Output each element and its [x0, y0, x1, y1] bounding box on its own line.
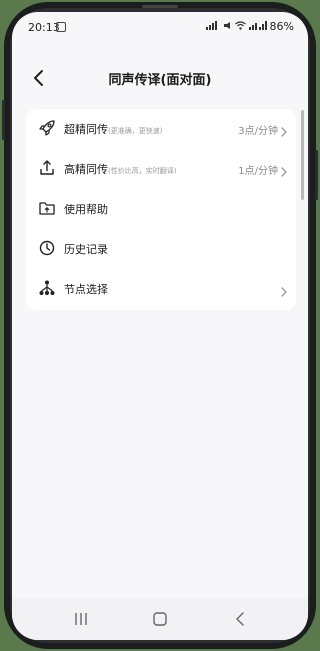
- menu-item-label: 高精同传: [64, 163, 108, 176]
- scrollbar[interactable]: [301, 110, 304, 200]
- chevron-right-icon: [280, 163, 288, 177]
- wifi-icon: [234, 21, 246, 32]
- menu-item-value: 3点/分钟: [238, 126, 278, 137]
- signal-strength-icon: [205, 21, 220, 32]
- menu-item-super-interpretation[interactable]: 超精同传(更准确，更快速) 3点/分钟: [26, 109, 296, 149]
- status-time: 20:13: [28, 21, 60, 34]
- menu-item-sub: (性价比高，实时翻译): [108, 167, 177, 175]
- recent-apps-icon[interactable]: [72, 610, 90, 628]
- clock-icon: [38, 239, 56, 257]
- back-nav-icon[interactable]: [232, 610, 250, 628]
- menu-item-sub: (更准确，更快速): [108, 127, 163, 135]
- menu-item-high-interpretation[interactable]: 高精同传(性价比高，实时翻译) 1点/分钟: [26, 149, 296, 189]
- power-button: [315, 150, 318, 200]
- menu-item-label: 节点选择: [64, 283, 108, 296]
- chevron-right-icon: [280, 283, 288, 297]
- volume-button: [2, 100, 5, 140]
- speaker-grille: [142, 5, 178, 8]
- header: 同声传译(面对面): [12, 56, 308, 100]
- menu-item-label: 超精同传: [64, 123, 108, 136]
- system-nav-bar: [12, 598, 308, 640]
- menu-card: 超精同传(更准确，更快速) 3点/分钟 高精同传(性价比高，实时翻译) 1点/分…: [26, 109, 296, 310]
- battery-level: 86%: [269, 20, 294, 33]
- menu-item-label: 历史记录: [64, 243, 108, 256]
- menu-item-help[interactable]: 使用帮助: [26, 189, 296, 229]
- menu-item-history[interactable]: 历史记录: [26, 229, 296, 269]
- mute-icon: [223, 21, 232, 32]
- screen: 20:13 86% 同声传译(面对面) 超精同传(更准确，更快速) 3点/分钟 …: [12, 12, 308, 640]
- status-bar: 20:13 86%: [12, 12, 308, 42]
- upload-icon: [38, 159, 56, 177]
- menu-item-value: 1点/分钟: [238, 166, 278, 177]
- rocket-icon: [38, 119, 56, 137]
- page-title: 同声传译(面对面): [108, 73, 212, 88]
- menu-item-node-select[interactable]: 节点选择: [26, 269, 296, 309]
- home-icon[interactable]: [151, 610, 169, 628]
- camera-notification-icon: [56, 22, 66, 32]
- chevron-right-icon: [280, 123, 288, 137]
- menu-item-label: 使用帮助: [64, 203, 108, 216]
- cellular-signal-icon: [248, 21, 267, 32]
- node-tree-icon: [38, 279, 56, 297]
- status-icons: 86%: [205, 20, 294, 33]
- folder-help-icon: [38, 199, 56, 217]
